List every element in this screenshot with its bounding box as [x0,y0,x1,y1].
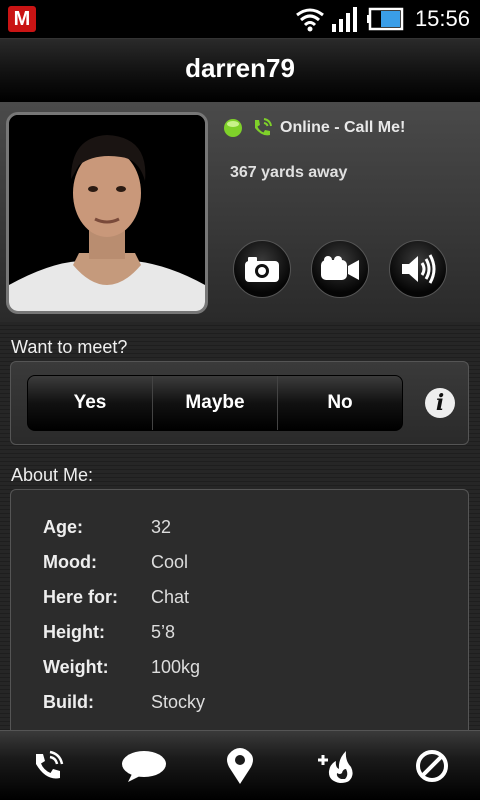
bottom-nav [0,730,480,800]
about-value: Stocky [151,692,206,712]
about-key: Build: [43,692,94,712]
about-value: Cool [151,552,189,572]
about-panel: Age: 32 Mood: Cool Here for: Chat Height… [10,489,469,749]
nav-favorite-button[interactable] [288,731,384,800]
meet-label: Want to meet? [11,337,128,357]
about-value: Chat [151,587,190,607]
about-label: About Me: [11,465,94,485]
info-icon[interactable]: i [425,388,455,418]
clock: 15:56 [414,6,470,31]
distance-text: 367 yards away [230,164,348,181]
meet-panel: Yes Maybe No i [10,361,469,445]
profile-header: Online - Call Me! 367 yards away [0,102,480,322]
about-key: Age: [43,517,83,537]
camera-icon [245,257,279,282]
profile-photo-image [9,115,205,311]
app-notification-icon[interactable]: M [8,6,36,32]
about-row-mood: Mood: Cool [43,552,188,573]
battery-icon [366,7,404,31]
about-row-weight: Weight: 100kg [43,657,200,678]
audio-button[interactable] [389,240,447,298]
nav-chat-button[interactable] [96,731,192,800]
video-camera-icon [321,256,359,280]
meet-maybe-button[interactable]: Maybe [153,376,278,430]
speaker-icon [402,254,436,284]
about-key: Height: [43,622,105,642]
about-row-here-for: Here for: Chat [43,587,189,608]
title-bar: darren79 [0,38,480,102]
signal-icon [331,7,357,32]
location-pin-icon [227,747,253,784]
status-bar: M 15:56 [0,0,480,38]
about-value: 32 [151,517,172,537]
about-value: 100kg [151,657,201,677]
about-key: Here for: [43,587,119,607]
about-row-build: Build: Stocky [43,692,205,713]
about-key: Weight: [43,657,109,677]
nav-location-button[interactable] [192,731,288,800]
status-text: Online - Call Me! [280,119,406,136]
online-status: Online - Call Me! [222,116,405,140]
meet-segmented-control: Yes Maybe No [27,375,403,431]
profile-photo[interactable] [6,112,208,314]
nav-call-button[interactable] [0,731,96,800]
meet-no-button[interactable]: No [278,376,402,430]
about-key: Mood: [43,552,97,572]
add-favorite-flame-icon [318,750,353,783]
phone-ringing-icon [255,118,272,136]
photos-button[interactable] [233,240,291,298]
online-dot-icon [224,119,242,137]
page-title: darren79 [185,53,295,83]
call-icon [36,750,64,778]
block-icon [416,749,448,782]
video-button[interactable] [311,240,369,298]
about-value: 5’8 [151,622,176,642]
status-icons: 15:56 [295,4,470,34]
about-row-age: Age: 32 [43,517,171,538]
meet-yes-button[interactable]: Yes [28,376,153,430]
nav-block-button[interactable] [384,731,480,800]
about-row-height: Height: 5’8 [43,622,175,643]
wifi-icon [296,8,324,32]
chat-bubble-icon [122,750,166,782]
